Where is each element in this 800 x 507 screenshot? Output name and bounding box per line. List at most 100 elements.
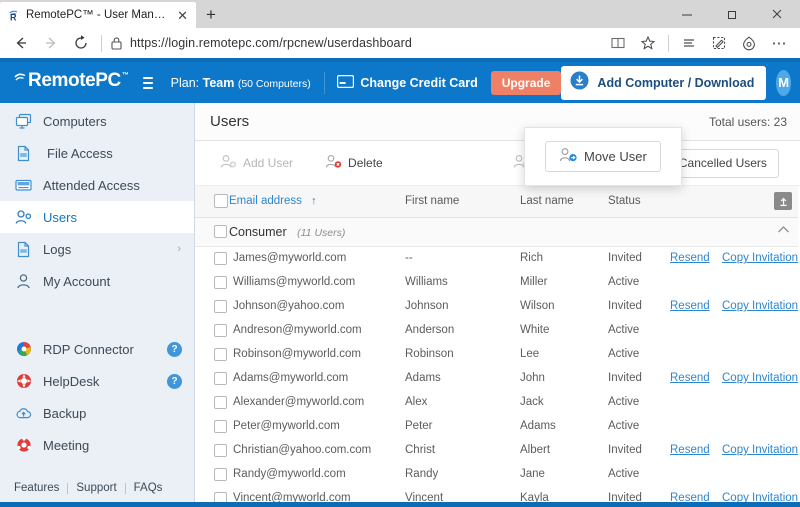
star-icon[interactable] (633, 30, 663, 56)
row-checkbox[interactable] (214, 467, 227, 481)
help-icon[interactable]: ? (167, 373, 182, 389)
status-badge: Active (608, 396, 640, 408)
group-name: Consumer (229, 224, 287, 239)
group-checkbox[interactable] (214, 225, 227, 238)
footer-divider (124, 482, 126, 494)
rdp-connector-icon (14, 341, 33, 357)
column-header-first-name[interactable]: First name (405, 186, 520, 217)
resend-link[interactable]: Resend (670, 444, 710, 456)
add-user-label: Add User (243, 156, 294, 170)
row-checkbox[interactable] (214, 251, 227, 265)
footer-link-features[interactable]: Features (14, 482, 59, 494)
row-select-cell (195, 270, 229, 294)
copy-invitation-link[interactable]: Copy Invitation (722, 372, 798, 384)
sidebar-item-backup[interactable]: Backup (0, 397, 194, 429)
hamburger-menu-icon[interactable] (142, 76, 153, 89)
remotepc-logo[interactable]: RemotePC ™ (13, 71, 129, 95)
row-checkbox[interactable] (214, 323, 227, 337)
status-badge: Invited (608, 444, 642, 456)
sidebar-item-attended-access[interactable]: Attended Access (0, 169, 194, 201)
table-row[interactable]: Robinson@myworld.com Robinson Lee Active (195, 342, 800, 366)
forward-icon[interactable] (36, 30, 66, 56)
reload-icon[interactable] (66, 30, 96, 56)
delete-user-label: Delete (348, 156, 383, 170)
copy-invitation-link[interactable]: Copy Invitation (722, 252, 798, 264)
collapse-group-icon[interactable] (777, 223, 790, 237)
notes-icon[interactable] (704, 30, 734, 56)
sidebar-item-users[interactable]: Users (0, 201, 194, 233)
add-computer-label: Add Computer / Download (597, 75, 755, 90)
sidebar-item-logs[interactable]: Logs › (0, 233, 194, 265)
more-icon[interactable]: ⋯ (764, 30, 794, 56)
delete-user-button[interactable]: Delete (313, 148, 395, 178)
row-checkbox[interactable] (214, 443, 227, 457)
address-bar[interactable]: https://login.remotepc.com/rpcnew/userda… (107, 30, 603, 56)
row-checkbox[interactable] (214, 371, 227, 385)
footer-divider (67, 482, 69, 494)
back-icon[interactable] (6, 30, 36, 56)
add-user-button[interactable]: Add User (208, 148, 306, 178)
browser-tab[interactable]: R RemotePC™ - User Management ✕ (0, 2, 196, 28)
table-row[interactable]: Randy@myworld.com Randy Jane Active (195, 462, 800, 486)
column-header-status[interactable]: Status (608, 186, 670, 217)
table-row[interactable]: Christian@yahoo.com.com Christ Albert Invit… (195, 438, 800, 462)
help-icon[interactable]: ? (167, 341, 182, 357)
column-header-last-name[interactable]: Last name (520, 186, 608, 217)
browser-window: R RemotePC™ - User Management ✕ + (0, 0, 800, 507)
sidebar-item-rdp-connector[interactable]: RDP Connector ? (0, 333, 194, 365)
row-checkbox[interactable] (214, 395, 227, 409)
table-row[interactable]: Alexander@myworld.com Alex Jack Active (195, 390, 800, 414)
footer-links: Features Support FAQs (14, 482, 194, 494)
table-row[interactable]: Williams@myworld.com Williams Miller Active (195, 270, 800, 294)
chevron-right-icon[interactable]: › (177, 243, 181, 255)
row-checkbox[interactable] (214, 347, 227, 361)
reading-view-icon[interactable] (603, 30, 633, 56)
cell-last-name: Jane (520, 468, 545, 480)
cell-resend-action: Resend (670, 246, 722, 270)
table-row[interactable]: Johnson@yahoo.com Johnson Wilson Invited Res… (195, 294, 800, 318)
table-row[interactable]: Andreson@myworld.com Anderson White Active (195, 318, 800, 342)
export-icon[interactable] (774, 192, 792, 211)
avatar[interactable]: M (776, 69, 791, 96)
window-close-icon[interactable] (755, 0, 800, 28)
sidebar-item-label: My Account (43, 273, 111, 289)
tab-strip: R RemotePC™ - User Management ✕ + (0, 0, 800, 28)
copy-invitation-link[interactable]: Copy Invitation (722, 444, 798, 456)
resend-link[interactable]: Resend (670, 300, 710, 312)
new-tab-button[interactable]: + (196, 2, 226, 28)
change-credit-card-button[interactable]: Change Credit Card (337, 74, 478, 91)
sidebar-item-computers[interactable]: Computers (0, 105, 194, 137)
cell-copy-invitation-action: Copy Invitation (722, 366, 800, 390)
add-computer-button[interactable]: Add Computer / Download (561, 65, 767, 100)
row-checkbox[interactable] (214, 419, 227, 433)
cell-copy-invitation-action (722, 462, 800, 486)
minimize-icon[interactable] (665, 0, 710, 28)
sidebar-item-meeting[interactable]: Meeting (0, 429, 194, 461)
table-row[interactable]: Adams@myworld.com Adams John Invited Resend C… (195, 366, 800, 390)
close-icon[interactable]: ✕ (175, 8, 190, 23)
resend-link[interactable]: Resend (670, 252, 710, 264)
sidebar-item-helpdesk[interactable]: HelpDesk ? (0, 365, 194, 397)
footer-link-faqs[interactable]: FAQs (134, 482, 163, 494)
group-count: (11 Users) (297, 226, 346, 239)
maximize-icon[interactable] (710, 0, 755, 28)
page-title: Users (210, 113, 250, 130)
select-all-checkbox[interactable] (214, 194, 228, 209)
cell-last-name: Miller (520, 276, 548, 288)
table-row[interactable]: James@myworld.com -- Rich Invited Resend Copy… (195, 246, 800, 270)
row-checkbox[interactable] (214, 299, 227, 313)
users-table-container: Email address ↑ First name Last name Sta… (195, 186, 800, 507)
copy-invitation-link[interactable]: Copy Invitation (722, 300, 798, 312)
sidebar-item-my-account[interactable]: My Account (0, 265, 194, 297)
status-badge: Invited (608, 252, 642, 265)
upgrade-button[interactable]: Upgrade (490, 70, 562, 95)
table-row[interactable]: Peter@myworld.com Peter Adams Active (195, 414, 800, 438)
move-user-button[interactable]: Move User (545, 141, 661, 172)
sidebar-item-file-access[interactable]: File Access (0, 137, 194, 169)
row-checkbox[interactable] (214, 275, 227, 289)
column-header-email[interactable]: Email address ↑ (229, 186, 405, 217)
share-icon[interactable] (734, 30, 764, 56)
hub-icon[interactable] (674, 30, 704, 56)
resend-link[interactable]: Resend (670, 372, 710, 384)
footer-link-support[interactable]: Support (76, 482, 116, 494)
